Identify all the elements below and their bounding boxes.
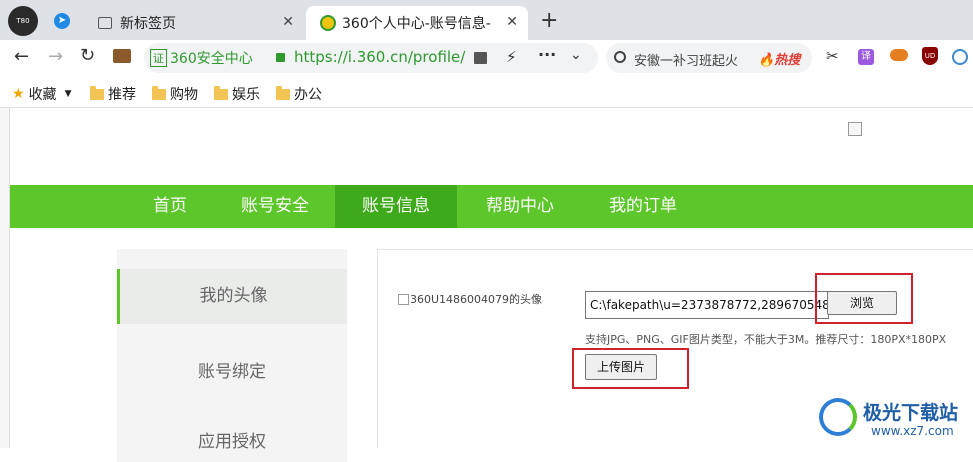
watermark: 极光下载站 www.xz7.com xyxy=(813,394,973,448)
tab-new-tab[interactable]: 新标签页 ✕ xyxy=(90,6,304,40)
nav-account-security[interactable]: 账号安全 xyxy=(220,185,330,228)
nav-account-info[interactable]: 账号信息 xyxy=(335,185,457,228)
avatar-alt-text: 360U1486004079的头像 xyxy=(410,293,543,306)
side-item-label: 应用授权 xyxy=(198,432,266,452)
new-tab-button[interactable]: + xyxy=(540,8,558,33)
tab-strip: T80 ➤ 新标签页 ✕ 360个人中心-账号信息- ✕ + xyxy=(0,0,973,40)
page-icon xyxy=(98,17,112,29)
ublock-icon[interactable]: UD xyxy=(922,47,938,65)
forward-icon[interactable]: → xyxy=(48,46,63,67)
bookmark-label: 办公 xyxy=(294,87,322,103)
scissors-icon[interactable]: ✂ xyxy=(826,47,839,65)
watermark-name: 极光下载站 xyxy=(863,402,959,424)
nav-home[interactable]: 首页 xyxy=(130,185,210,228)
tab-title: 新标签页 xyxy=(120,16,176,32)
side-item-my-avatar[interactable]: 我的头像 xyxy=(117,269,347,324)
left-edge-strip xyxy=(0,108,10,448)
close-icon[interactable]: ✕ xyxy=(506,14,518,30)
side-item-label: 账号绑定 xyxy=(198,362,266,382)
highlight-box xyxy=(815,273,913,324)
highlight-box xyxy=(572,348,689,389)
caret-down-icon: ▼ xyxy=(64,89,72,99)
toolbar: ← → ↻ 证 360安全中心 https://i.360.cn/profile… xyxy=(0,40,973,76)
folder-icon xyxy=(214,85,228,100)
main-nav: 首页 账号安全 账号信息 帮助中心 我的订单 xyxy=(10,185,973,228)
cert-icon: 证 xyxy=(150,49,167,67)
folder-icon xyxy=(152,85,166,100)
bookmarks-bar: ★ 收藏 ▼ 推荐 购物 娱乐 办公 xyxy=(0,76,973,108)
bookmark-favorites[interactable]: ★ 收藏 ▼ xyxy=(12,84,71,104)
lightning-icon[interactable]: ⚡ xyxy=(506,48,517,66)
side-item-label: 我的头像 xyxy=(199,286,268,306)
bookmark-folder[interactable]: 办公 xyxy=(276,84,322,104)
bookmark-label: 购物 xyxy=(170,87,198,103)
more-icon[interactable]: ··· xyxy=(538,45,556,64)
folder-icon xyxy=(276,85,290,100)
lock-icon xyxy=(276,53,285,62)
hot-search-badge[interactable]: 🔥热搜 xyxy=(758,49,800,68)
avatar-image: 360U1486004079的头像 xyxy=(398,291,542,307)
game-icon[interactable] xyxy=(890,49,908,61)
side-item-account-binding[interactable]: 账号绑定 xyxy=(117,345,347,400)
360-logo-icon xyxy=(320,15,336,31)
url-text[interactable]: https://i.360.cn/profile/ xyxy=(294,48,466,66)
bookmark-folder[interactable]: 购物 xyxy=(152,84,198,104)
briefcase-icon[interactable] xyxy=(113,49,131,63)
extension-icon[interactable] xyxy=(952,49,968,65)
back-icon[interactable]: ← xyxy=(14,46,29,67)
watermark-logo-icon xyxy=(819,398,857,436)
bookmark-label: 推荐 xyxy=(108,87,136,103)
chevron-down-icon[interactable]: ⌄ xyxy=(570,47,582,63)
search-box[interactable]: 安徽一补习班起火 🔥热搜 xyxy=(606,43,812,73)
security-label: 360安全中心 xyxy=(170,51,253,67)
search-input[interactable]: 安徽一补习班起火 xyxy=(634,50,744,69)
tab-title: 360个人中心-账号信息- xyxy=(342,16,491,32)
bookmark-label: 娱乐 xyxy=(232,87,260,103)
search-icon xyxy=(614,51,626,63)
nav-help-center[interactable]: 帮助中心 xyxy=(465,185,575,228)
side-item-app-auth[interactable]: 应用授权 xyxy=(117,422,347,462)
address-bar[interactable]: 证 360安全中心 https://i.360.cn/profile/ ⚡ ··… xyxy=(144,43,598,73)
bookmark-folder[interactable]: 娱乐 xyxy=(214,84,260,104)
security-badge[interactable]: 证 360安全中心 xyxy=(150,48,253,68)
folder-icon xyxy=(90,85,104,100)
star-icon: ★ xyxy=(12,86,25,102)
hot-label: 热搜 xyxy=(774,53,801,68)
file-path-input[interactable]: C:\fakepath\u=2373878772,2896705482&fm xyxy=(585,291,829,319)
translate-icon[interactable]: 译 xyxy=(858,49,874,65)
broken-image-icon xyxy=(398,293,409,305)
bookmark-folder[interactable]: 推荐 xyxy=(90,84,136,104)
upload-hint: 支持JPG、PNG、GIF图片类型，不能大于3M。推荐尺寸：180PX*180P… xyxy=(585,333,947,346)
block-icon[interactable] xyxy=(474,52,487,64)
watermark-url: www.xz7.com xyxy=(871,424,954,438)
send-icon[interactable]: ➤ xyxy=(54,13,70,29)
bookmark-label: 收藏 xyxy=(28,87,57,103)
reload-icon[interactable]: ↻ xyxy=(80,45,95,66)
close-icon[interactable]: ✕ xyxy=(282,14,294,30)
broken-image-icon xyxy=(848,122,862,136)
profile-avatar[interactable]: T80 xyxy=(8,6,38,36)
tab-360-profile[interactable]: 360个人中心-账号信息- ✕ xyxy=(306,6,528,40)
fire-icon: 🔥 xyxy=(758,53,775,68)
nav-my-orders[interactable]: 我的订单 xyxy=(588,185,698,228)
